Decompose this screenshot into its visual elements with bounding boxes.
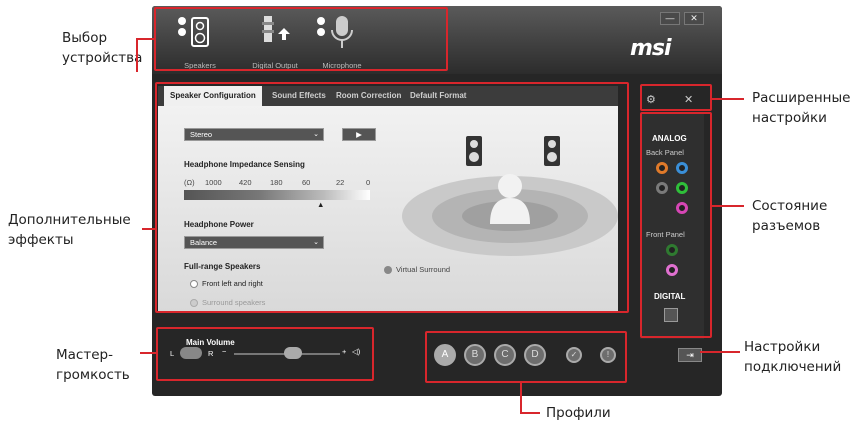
highlight-extra-effects bbox=[155, 82, 629, 313]
leader-line bbox=[712, 98, 744, 100]
highlight-master-volume bbox=[156, 327, 374, 381]
leader-line bbox=[520, 383, 522, 413]
annotation-connection-settings: Настройки подключений bbox=[744, 339, 842, 375]
leader-line bbox=[712, 205, 744, 207]
leader-line bbox=[700, 351, 740, 353]
leader-line bbox=[140, 352, 156, 354]
annotation-master-volume: Мастер- громкость bbox=[56, 347, 130, 383]
annotation-jack-status: Состояние разъемов bbox=[752, 198, 828, 234]
close-button[interactable]: ✕ bbox=[684, 12, 704, 25]
highlight-advanced-settings bbox=[640, 84, 712, 111]
msi-logo: msi bbox=[630, 36, 672, 61]
leader-line bbox=[136, 38, 138, 72]
highlight-profiles bbox=[425, 331, 627, 383]
leader-line bbox=[136, 38, 154, 40]
annotation-extra-effects: Дополнительные эффекты bbox=[8, 212, 131, 248]
leader-line bbox=[142, 228, 156, 230]
annotation-profiles: Профили bbox=[546, 405, 611, 421]
annotation-advanced-settings: Расширенные настройки bbox=[752, 90, 851, 126]
minimize-button[interactable]: — bbox=[660, 12, 680, 25]
annotation-device-select: Выбор устройства bbox=[62, 30, 143, 66]
highlight-jack-status bbox=[640, 112, 712, 338]
connection-settings-button[interactable]: ⇥ bbox=[678, 348, 702, 362]
leader-line bbox=[520, 412, 540, 414]
highlight-device-select bbox=[154, 7, 448, 71]
